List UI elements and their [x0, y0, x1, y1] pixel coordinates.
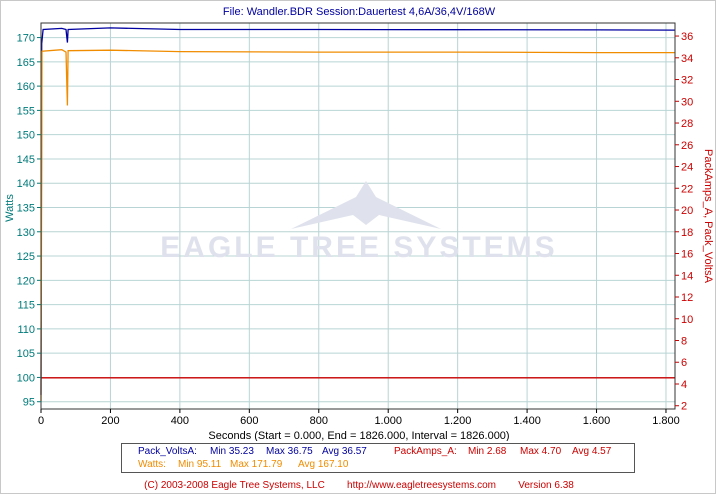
x-axis-tick-label: 1.600 [583, 415, 611, 427]
legend-watts-avg: Avg 167.10 [298, 459, 349, 470]
right-axis-tick-label: 34 [681, 53, 693, 65]
legend-watts-max: Max 171.79 [230, 459, 283, 470]
left-axis-tick-label: 120 [17, 275, 35, 287]
right-axis-tick-label: 20 [681, 205, 693, 217]
left-axis-tick-label: 155 [17, 105, 35, 117]
left-axis-tick-label: 160 [17, 81, 35, 93]
right-axis-tick-label: 16 [681, 249, 693, 261]
left-axis-tick-label: 140 [17, 178, 35, 190]
left-axis-tick-label: 125 [17, 251, 35, 263]
right-axis-tick-label: 26 [681, 140, 693, 152]
left-axis-tick-label: 115 [17, 300, 35, 312]
legend-volts-avg: Avg 36.57 [322, 446, 367, 457]
left-axis-tick-label: 150 [17, 130, 35, 142]
legend-amps-max: Max 4.70 [520, 446, 562, 457]
x-axis-label: Seconds (Start = 0.000, End = 1826.000, … [208, 430, 509, 441]
right-axis-label: PackAmps_A, Pack_VoltsA [702, 149, 714, 284]
x-axis-tick-label: 1.000 [374, 415, 402, 427]
footer-copyright: (C) 2003-2008 Eagle Tree Systems, LLC [144, 480, 325, 491]
left-axis-tick-label: 105 [17, 348, 35, 360]
x-axis-tick-label: 400 [171, 415, 189, 427]
right-axis-tick-label: 8 [681, 335, 687, 347]
footer-url[interactable]: http://www.eagletreesystems.com [347, 480, 496, 491]
left-axis-tick-label: 110 [17, 324, 35, 336]
left-axis-tick-label: 170 [17, 33, 35, 45]
chart-window: File: Wandler.BDR Session:Dauertest 4,6A… [0, 0, 716, 494]
x-axis-tick-label: 0 [38, 415, 44, 427]
legend-volts-name: Pack_VoltsA: [138, 446, 197, 457]
eagle-tree-watermark: EAGLE TREE SYSTEMS [160, 181, 557, 264]
legend-watts-min: Min 95.11 [178, 459, 222, 470]
series-line-watts [40, 49, 675, 402]
watermark-text: EAGLE TREE SYSTEMS [160, 231, 557, 264]
left-axis-tick-label: 100 [17, 372, 35, 384]
eagle-logo-icon [291, 181, 441, 229]
left-axis-tick-label: 130 [17, 227, 35, 239]
right-axis: 24681012141618202224262830323436 [675, 31, 693, 413]
footer-version: Version 6.38 [518, 480, 574, 491]
legend-volts-min: Min 35.23 [210, 446, 254, 457]
legend-amps-name: PackAmps_A: [394, 446, 457, 457]
right-axis-tick-label: 14 [681, 270, 693, 282]
x-axis-tick-label: 200 [101, 415, 119, 427]
right-axis-tick-label: 22 [681, 183, 693, 195]
left-axis-tick-label: 95 [23, 397, 35, 409]
x-axis-tick-label: 600 [240, 415, 258, 427]
left-axis-tick-label: 165 [17, 57, 35, 69]
left-axis: 95 100 105 110 115 120 125 130 135 140 145 150 155 16… [17, 33, 41, 409]
right-axis-tick-label: 2 [681, 401, 687, 413]
x-axis-tick-label: 800 [310, 415, 328, 427]
x-axis-tick-label: 1.800 [652, 415, 680, 427]
legend-amps-avg: Avg 4.57 [572, 446, 612, 457]
chart-canvas: File: Wandler.BDR Session:Dauertest 4,6A… [4, 6, 714, 441]
left-axis-tick-label: 145 [17, 154, 35, 166]
right-axis-tick-label: 36 [681, 31, 693, 43]
x-axis-tick-label: 1.400 [513, 415, 541, 427]
right-axis-tick-label: 18 [681, 227, 693, 239]
left-axis-label: Watts [4, 194, 16, 222]
right-axis-tick-label: 28 [681, 118, 693, 130]
legend-amps-min: Min 2.68 [468, 446, 507, 457]
x-axis: 0 200 400 600 800 1.000 1.200 1.400 1.600 1.800 [38, 409, 680, 427]
right-axis-tick-label: 10 [681, 314, 693, 326]
right-axis-tick-label: 6 [681, 357, 687, 369]
chart-title: File: Wandler.BDR Session:Dauertest 4,6A… [223, 6, 496, 18]
right-axis-tick-label: 4 [681, 379, 687, 391]
legend-stats-box: Pack_VoltsA: Min 35.23 Max 36.75 Avg 36.… [121, 443, 635, 473]
right-axis-tick-label: 12 [681, 292, 693, 304]
right-axis-tick-label: 32 [681, 75, 693, 87]
right-axis-tick-label: 24 [681, 162, 693, 174]
footer: (C) 2003-2008 Eagle Tree Systems, LLC ht… [1, 480, 716, 491]
left-axis-tick-label: 135 [17, 203, 35, 215]
legend-watts-name: Watts: [138, 459, 166, 470]
legend-volts-max: Max 36.75 [266, 446, 313, 457]
x-axis-tick-label: 1.200 [444, 415, 472, 427]
right-axis-tick-label: 30 [681, 96, 693, 108]
